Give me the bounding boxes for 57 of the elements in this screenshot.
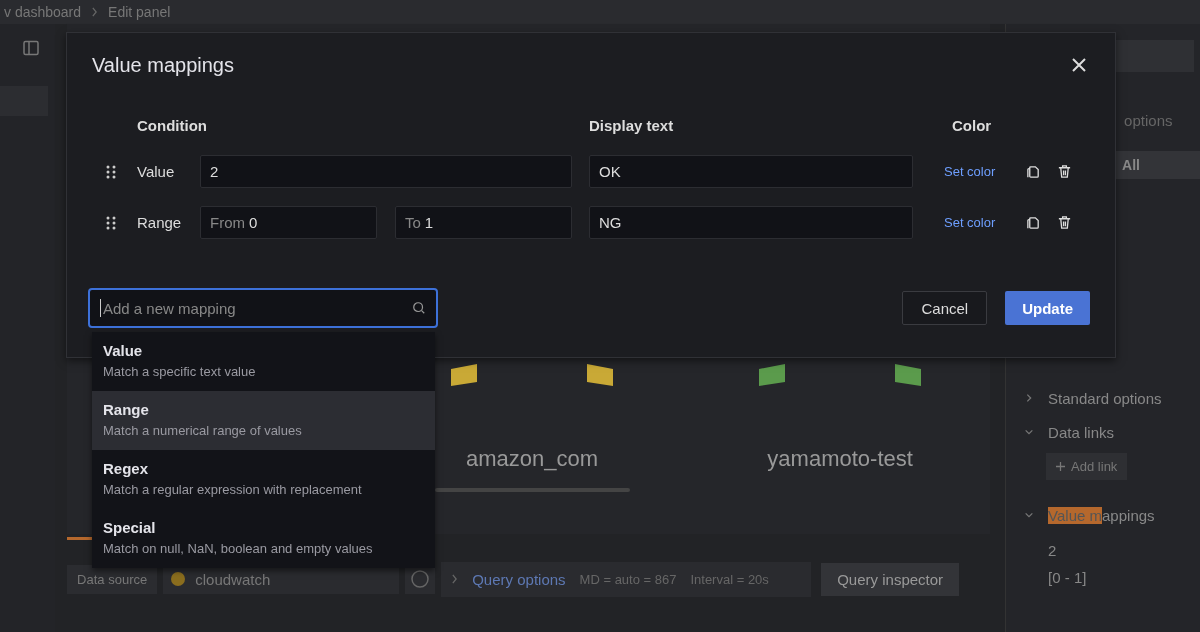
- drag-handle-icon[interactable]: [105, 214, 117, 231]
- option-description: Match a specific text value: [103, 364, 257, 379]
- query-inspector-button[interactable]: Query inspector: [821, 562, 960, 596]
- from-input[interactable]: From 0: [200, 206, 377, 239]
- set-color-link[interactable]: Set color: [944, 164, 996, 179]
- breadcrumb-current: Edit panel: [108, 4, 171, 20]
- chevron-icon: [91, 7, 99, 17]
- option-title: Value: [103, 342, 144, 359]
- section-title[interactable]: Standard options: [1048, 389, 1162, 407]
- option-description: Match on null, NaN, boolean and empty values: [103, 541, 374, 556]
- sidebar-toggle-icon[interactable]: [22, 40, 39, 56]
- copy-icon[interactable]: [1026, 215, 1042, 230]
- cloud-icon: [171, 572, 186, 586]
- option-description: Match a regular expression with replacement: [103, 482, 363, 497]
- gauge-arc-icon: [895, 364, 922, 386]
- gauge-arc-icon: [451, 364, 478, 386]
- condition-type: Range: [137, 214, 183, 231]
- display-text-input[interactable]: NG: [589, 206, 913, 239]
- set-color-link[interactable]: Set color: [944, 215, 996, 230]
- menu-option[interactable]: Regex Match a regular expression with replacement: [92, 450, 435, 509]
- add-mapping-field[interactable]: Add a new mapping: [88, 288, 438, 328]
- chevron-icon[interactable]: [1024, 427, 1035, 437]
- option-title: Special: [103, 519, 157, 536]
- option-title: Range: [103, 401, 150, 418]
- trash-icon[interactable]: [1057, 215, 1073, 230]
- menu-option[interactable]: Range Match a numerical range of values: [92, 391, 435, 450]
- cancel-button[interactable]: Cancel: [902, 291, 988, 325]
- gauge-arc-icon: [759, 364, 786, 386]
- value-input[interactable]: 2: [200, 155, 572, 188]
- stat-name: amazon_com: [466, 446, 599, 472]
- option-title: Regex: [103, 460, 150, 477]
- column-header: Display text: [589, 117, 675, 134]
- section-title[interactable]: Data links: [1048, 423, 1114, 441]
- trash-icon[interactable]: [1057, 164, 1073, 179]
- update-button[interactable]: Update: [1005, 291, 1090, 325]
- to-input[interactable]: To 1: [395, 206, 572, 239]
- copy-icon[interactable]: [1026, 164, 1042, 179]
- plus-icon: [1056, 462, 1066, 471]
- menu-option[interactable]: Value Match a specific text value: [92, 332, 435, 391]
- column-header: Condition: [137, 117, 208, 134]
- interval-text: Interval = 20s: [690, 571, 769, 587]
- chevron-icon: [451, 574, 459, 584]
- option-description: Match a numerical range of values: [103, 423, 303, 438]
- search-icon: [412, 301, 426, 315]
- mapping-item: [0 - 1]: [1048, 569, 1087, 586]
- gauge-arc-icon: [587, 364, 614, 386]
- condition-type: Value: [137, 163, 176, 180]
- mapping-item: 2: [1048, 542, 1057, 559]
- chevron-icon[interactable]: [1024, 510, 1035, 520]
- close-icon[interactable]: [1071, 57, 1087, 73]
- stat-name: yamamoto-test: [767, 446, 913, 472]
- display-text-input[interactable]: OK: [589, 155, 913, 188]
- max-data-points: MD = auto = 867: [579, 571, 677, 587]
- modal-title: Value mappings: [92, 53, 234, 77]
- drag-handle-icon[interactable]: [105, 163, 117, 180]
- data-source-label: Data source: [67, 564, 158, 594]
- column-header: Color: [952, 117, 992, 134]
